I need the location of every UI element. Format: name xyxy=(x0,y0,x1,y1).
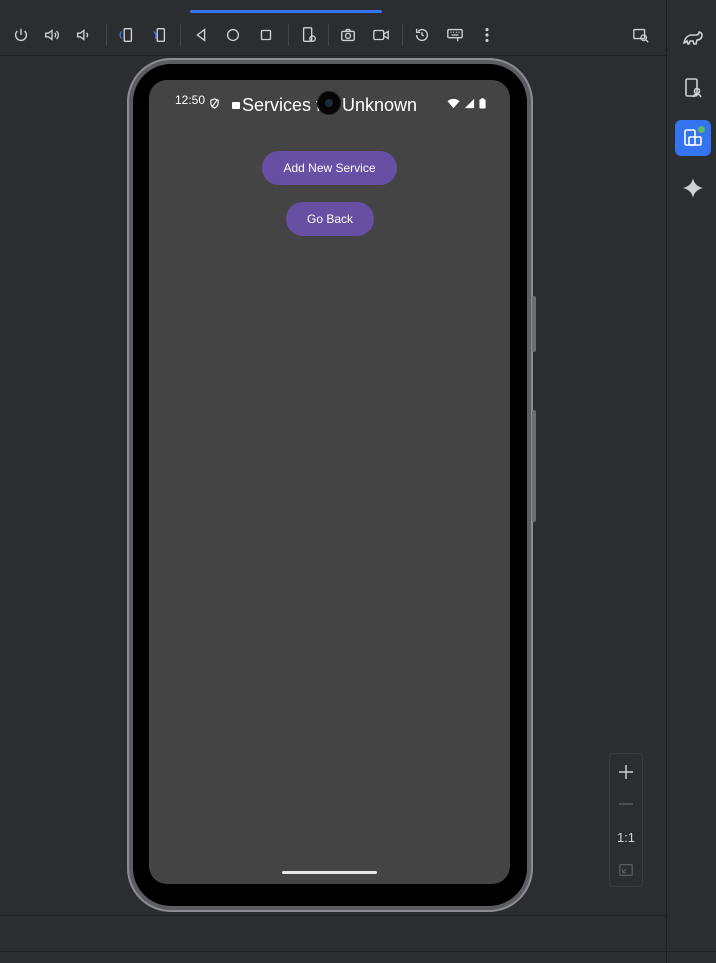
screenshot-icon[interactable] xyxy=(337,24,359,46)
right-tool-bar xyxy=(666,0,716,963)
running-devices-icon[interactable] xyxy=(675,120,711,156)
layout-inspector-icon[interactable] xyxy=(630,24,652,46)
snapshot-icon[interactable] xyxy=(411,24,433,46)
zoom-fit-icon[interactable] xyxy=(610,854,642,886)
zoom-actual-size-button[interactable]: 1:1 xyxy=(610,821,642,853)
device-manager-icon[interactable] xyxy=(675,70,711,106)
running-indicator xyxy=(698,126,705,133)
device-screen[interactable]: 12:50 Services for Unknown Add New Servi… xyxy=(149,80,510,884)
battery-icon xyxy=(479,94,486,113)
toolbar-divider xyxy=(106,24,107,46)
emulator-toolbar xyxy=(0,14,666,56)
toolbar-divider xyxy=(328,24,329,46)
rotate-left-icon[interactable] xyxy=(115,24,137,46)
rotate-right-icon[interactable] xyxy=(148,24,170,46)
add-new-service-button[interactable]: Add New Service xyxy=(262,151,397,185)
toolbar-divider xyxy=(288,24,289,46)
status-bar xyxy=(0,951,716,963)
home-icon[interactable] xyxy=(222,24,244,46)
go-back-button[interactable]: Go Back xyxy=(286,202,374,236)
screen-record-icon[interactable] xyxy=(370,24,392,46)
device-power-button[interactable] xyxy=(532,296,536,352)
toolbar-divider xyxy=(180,24,181,46)
device-settings-icon[interactable] xyxy=(298,24,320,46)
overview-icon[interactable] xyxy=(255,24,277,46)
more-icon[interactable] xyxy=(476,24,498,46)
power-icon[interactable] xyxy=(10,24,32,46)
front-camera xyxy=(318,92,340,114)
signal-icon xyxy=(464,94,475,113)
wifi-icon xyxy=(447,94,460,113)
zoom-in-icon[interactable] xyxy=(610,756,642,788)
gesture-home-bar[interactable] xyxy=(282,871,377,874)
volume-down-icon[interactable] xyxy=(72,24,94,46)
active-tab-indicator xyxy=(190,10,382,13)
status-icons xyxy=(447,94,486,113)
toolbar-divider xyxy=(402,24,403,46)
zoom-out-icon[interactable] xyxy=(610,788,642,820)
gradle-icon[interactable] xyxy=(675,20,711,56)
device-volume-button[interactable] xyxy=(532,410,536,522)
back-icon[interactable] xyxy=(190,24,212,46)
gemini-icon[interactable] xyxy=(675,170,711,206)
panel-divider xyxy=(0,915,666,916)
volume-up-icon[interactable] xyxy=(41,24,63,46)
extended-controls-icon[interactable] xyxy=(444,24,466,46)
zoom-controls: 1:1 xyxy=(609,753,643,887)
